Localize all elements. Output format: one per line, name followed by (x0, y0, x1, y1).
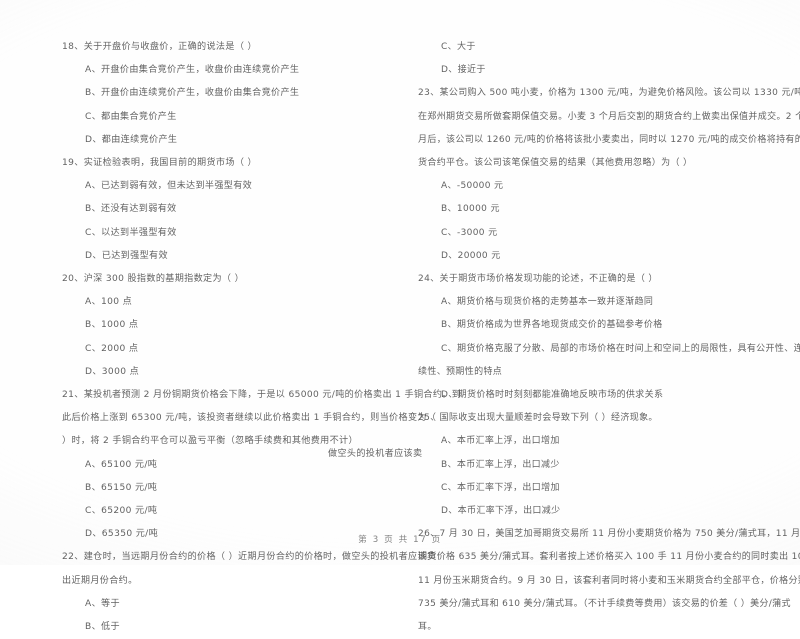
question-25-option-d[interactable]: D、本币汇率下浮，出口减少 (418, 500, 762, 523)
question-18-option-b[interactable]: B、开盘价由连续竞价产生，收盘价由集合竞价产生 (62, 82, 392, 105)
question-21-option-b[interactable]: B、65150 元/吨 (62, 477, 392, 500)
question-23-option-a[interactable]: A、-50000 元 (418, 175, 762, 198)
question-26-stem-line-2: 期货价格 635 美分/蒲式耳。套利者按上述价格买入 100 手 11 月份小麦… (418, 552, 800, 563)
question-18: 18、关于开盘价与收盘价，正确的说法是（ ） A、开盘价由集合竞价产生，收盘价由… (62, 36, 392, 152)
question-23-stem-line-3: 月后，该公司以 1260 元/吨的价格将该批小麦卖出，同时以 1270 元/吨的… (418, 134, 800, 145)
question-20-stem: 20、沪深 300 股指数的基期指数定为（ ） (62, 274, 245, 285)
question-22-option-a[interactable]: A、等于 (62, 593, 392, 616)
question-19: 19、实证检验表明，我国目前的期货市场（ ） A、已达到弱有效，但未达到半强型有… (62, 152, 392, 268)
question-24-option-c-wrap: 续性、预期性的特点 (418, 366, 503, 377)
question-22-continued-options: C、大于 D、接近于 (418, 36, 762, 82)
question-22-option-c[interactable]: C、大于 (418, 36, 762, 59)
question-23-stem-line-4: 货合约平仓。该公司该笔保值交易的结果（其他费用忽略）为（ ） (418, 158, 693, 169)
question-25-stem: 25、国际收支出现大量顺差时会导致下列（ ）经济现象。 (418, 413, 658, 424)
scanned-page: 18、关于开盘价与收盘价，正确的说法是（ ） A、开盘价由集合竞价产生，收盘价由… (0, 0, 800, 632)
page-footer: 第 3 页 共 17 页 (358, 535, 442, 545)
question-18-option-a[interactable]: A、开盘价由集合竞价产生，收盘价由连续竞价产生 (62, 59, 392, 82)
question-19-option-d[interactable]: D、已达到强型有效 (62, 245, 392, 268)
question-19-stem: 19、实证检验表明，我国目前的期货市场（ ） (62, 158, 257, 169)
question-22-stem-line-2: 出近期月份合约。 (62, 575, 138, 586)
question-21-stem-line-1: 21、某投机者预测 2 月份铜期货价格会下降，于是以 65000 元/吨的价格卖… (62, 390, 462, 401)
question-26-stem-line-3: 11 月份玉米期货合约。9 月 30 日，该套利者同时将小麦和玉米期货合约全部平… (418, 575, 800, 586)
question-26-stem-line-4: 735 美分/蒲式耳和 610 美分/蒲式耳。（不计手续费等费用）该交易的价差（… (418, 598, 791, 609)
question-22-option-d[interactable]: D、接近于 (418, 59, 762, 82)
question-25-option-a[interactable]: A、本币汇率上浮，出口增加 (418, 430, 762, 453)
question-24-stem: 24、关于期货市场价格发现功能的论述，不正确的是（ ） (418, 274, 658, 285)
question-23-option-b[interactable]: B、10000 元 (418, 198, 762, 221)
question-22-gutter-fragment: 做空头的投机者应该卖 (328, 449, 423, 459)
question-23-stem-line-1: 23、某公司购入 500 吨小麦，价格为 1300 元/吨，为避免价格风险。该公… (418, 88, 800, 99)
question-20-option-a[interactable]: A、100 点 (62, 291, 392, 314)
question-26-stem-line-5: 耳。 (418, 622, 437, 633)
question-20-option-c[interactable]: C、2000 点 (62, 338, 392, 361)
question-24-option-b[interactable]: B、期货价格成为世界各地现货成交价的基础参考价格 (418, 314, 762, 337)
question-23-stem-line-2: 在郑州期货交易所做套期保值交易。小麦 3 个月后交割的期货合约上做卖出保值并成交… (418, 111, 800, 122)
question-22-stem-line-1: 22、建仓时，当远期月份合约的价格（ ）近期月份合约的价格时，做空头的投机者应该… (62, 552, 437, 563)
question-24: 24、关于期货市场价格发现功能的论述，不正确的是（ ） A、期货价格与现货价格的… (418, 268, 800, 407)
page-columns: 18、关于开盘价与收盘价，正确的说法是（ ） A、开盘价由集合竞价产生，收盘价由… (0, 36, 800, 639)
question-18-option-c[interactable]: C、都由集合竞价产生 (62, 106, 392, 129)
question-21-option-c[interactable]: C、65200 元/吨 (62, 500, 392, 523)
question-24-option-a[interactable]: A、期货价格与现货价格的走势基本一致并逐渐趋同 (418, 291, 762, 314)
question-20: 20、沪深 300 股指数的基期指数定为（ ） A、100 点 B、1000 点… (62, 268, 392, 384)
question-23: 23、某公司购入 500 吨小麦，价格为 1300 元/吨，为避免价格风险。该公… (418, 82, 800, 268)
question-24-option-d[interactable]: D、期货价格时时刻刻都能准确地反映市场的供求关系 (418, 384, 762, 407)
right-text-column: C、大于 D、接近于 23、某公司购入 500 吨小麦，价格为 1300 元/吨… (400, 36, 800, 639)
question-21-stem-line-2: 此后价格上涨到 65300 元/吨，该投资者继续以此价格卖出 1 手铜合约，则当… (62, 413, 437, 424)
question-22-option-b[interactable]: B、低于 (62, 616, 392, 639)
question-18-option-d[interactable]: D、都由连续竞价产生 (62, 129, 392, 152)
question-22: 22、建仓时，当远期月份合约的价格（ ）近期月份合约的价格时，做空头的投机者应该… (62, 546, 437, 639)
question-19-option-c[interactable]: C、以达到半强型有效 (62, 222, 392, 245)
question-19-option-b[interactable]: B、还没有达到弱有效 (62, 198, 392, 221)
left-text-column: 18、关于开盘价与收盘价，正确的说法是（ ） A、开盘价由集合竞价产生，收盘价由… (0, 36, 462, 639)
question-25: 25、国际收支出现大量顺差时会导致下列（ ）经济现象。 A、本币汇率上浮，出口增… (418, 407, 762, 523)
question-25-option-b[interactable]: B、本币汇率上浮，出口减少 (418, 454, 762, 477)
question-23-option-d[interactable]: D、20000 元 (418, 245, 762, 268)
question-24-option-c[interactable]: C、期货价格克服了分散、局部的市场价格在时间上和空间上的局限性，具有公开性、连 (418, 338, 800, 361)
question-19-option-a[interactable]: A、已达到弱有效，但未达到半强型有效 (62, 175, 392, 198)
question-20-option-d[interactable]: D、3000 点 (62, 361, 392, 384)
question-25-option-c[interactable]: C、本币汇率下浮，出口增加 (418, 477, 762, 500)
question-23-option-c[interactable]: C、-3000 元 (418, 222, 762, 245)
question-20-option-b[interactable]: B、1000 点 (62, 314, 392, 337)
question-18-stem: 18、关于开盘价与收盘价，正确的说法是（ ） (62, 42, 257, 52)
